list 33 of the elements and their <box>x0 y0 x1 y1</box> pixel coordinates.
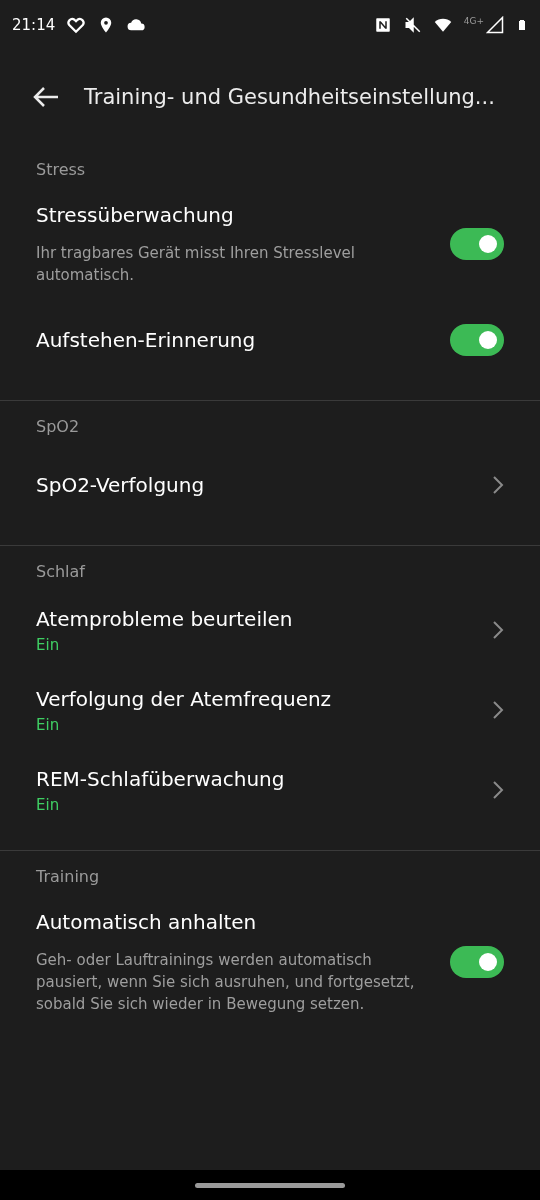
chevron-right-icon <box>492 475 504 495</box>
toggle-switch[interactable] <box>450 324 504 356</box>
setting-title[interactable]: Aufstehen-Erinnerung <box>36 327 430 353</box>
section-label: Schlaf <box>36 562 87 582</box>
setting-description: Ihr tragbares Gerät misst Ihren Stresslevel automatisch. <box>36 243 356 286</box>
wifi-icon <box>433 16 452 34</box>
page-title: Training- und Gesundheitseinstellung... <box>84 85 495 109</box>
toggle-switch[interactable] <box>450 228 504 260</box>
mute-icon <box>403 16 422 34</box>
signal-icon <box>486 16 504 34</box>
network-type: 4G+ <box>463 16 484 26</box>
nfc-icon <box>373 16 392 34</box>
setting-title[interactable]: SpO2-Verfolgung <box>36 472 472 498</box>
chevron-right-icon <box>492 700 504 720</box>
section-label: SpO2 <box>36 417 81 437</box>
chevron-right-icon <box>492 780 504 800</box>
heart-icon <box>67 16 86 34</box>
section-label: Training <box>36 867 101 887</box>
setting-title[interactable]: Automatisch anhalten <box>36 909 430 935</box>
chevron-right-icon <box>492 620 504 640</box>
setting-title[interactable]: REM-Schlafüberwachung <box>36 766 472 792</box>
setting-status: Ein <box>36 796 61 814</box>
status-time: 21:14 <box>12 16 56 34</box>
back-arrow-icon[interactable] <box>32 85 60 109</box>
setting-title[interactable]: Stressüberwachung <box>36 202 430 228</box>
toggle-switch[interactable] <box>450 946 504 978</box>
home-indicator[interactable] <box>195 1182 345 1188</box>
section-label: Stress <box>36 160 87 180</box>
setting-title[interactable]: Atemprobleme beurteilen <box>36 606 472 632</box>
setting-title[interactable]: Verfolgung der Atemfrequenz <box>36 686 472 712</box>
setting-description: Geh- oder Lauftrainings werden automatisch pausiert, wenn Sie sich ausruhen, und fortgesetzt, sobald Sie sich wieder in Bewegung setzen. <box>36 950 416 1015</box>
setting-status: Ein <box>36 636 61 654</box>
setting-status: Ein <box>36 716 61 734</box>
